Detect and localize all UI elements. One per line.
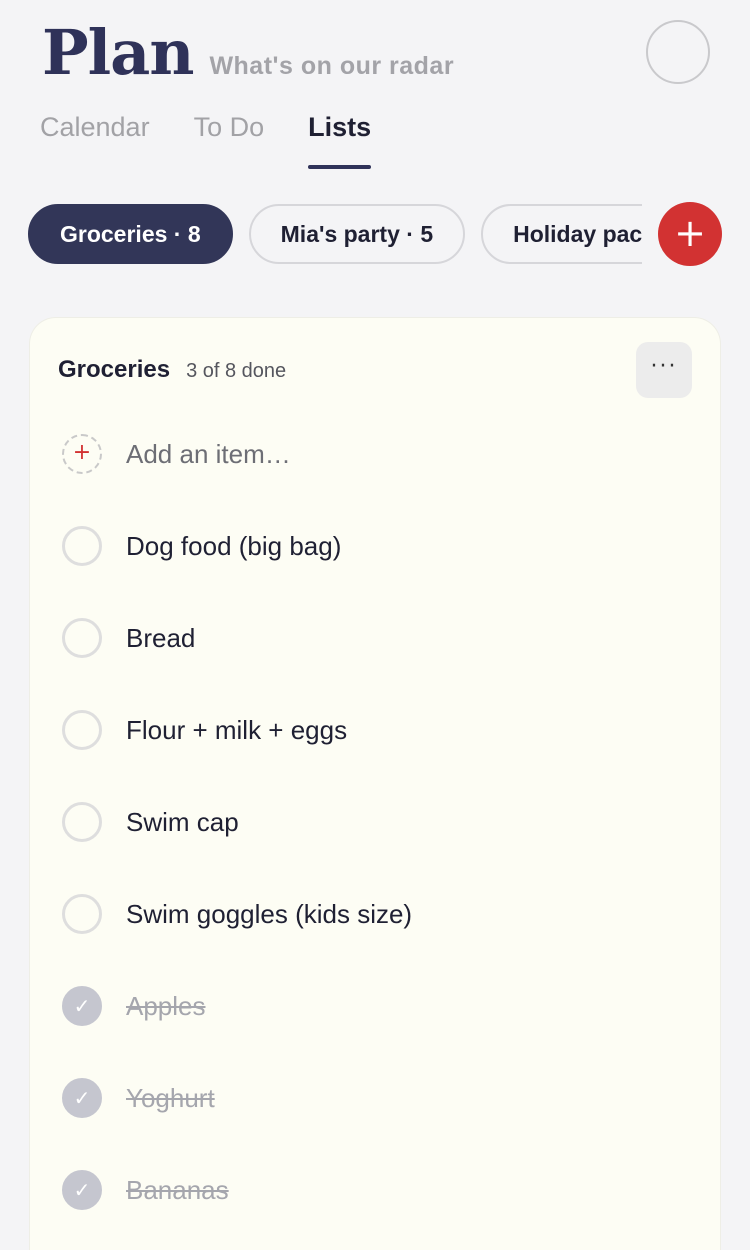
checked-checkbox-icon[interactable]: ✓ <box>62 1170 102 1210</box>
list-card: Groceries 3 of 8 done ··· + Add an item…… <box>30 318 720 1250</box>
list-item-done: ✓ Bananas <box>62 1170 229 1210</box>
item-label: Swim cap <box>126 806 239 837</box>
avatar[interactable] <box>646 20 710 84</box>
list-item: Dog food (big bag) <box>62 526 341 566</box>
checked-checkbox-icon[interactable]: ✓ <box>62 1078 102 1118</box>
more-options-button[interactable]: ··· <box>636 342 692 398</box>
checked-checkbox-icon[interactable]: ✓ <box>62 986 102 1026</box>
tab-calendar[interactable]: Calendar <box>40 112 150 169</box>
list-item: Flour + milk + eggs <box>62 710 347 750</box>
list-chip-groceries[interactable]: Groceries · 8 <box>28 204 233 264</box>
item-label: Flour + milk + eggs <box>126 714 348 745</box>
item-checkbox[interactable] <box>62 618 102 658</box>
item-label: Dog food (big bag) <box>126 530 342 561</box>
list-item-done: ✓ Yoghurt <box>62 1078 215 1118</box>
list-item-done: ✓ Apples <box>62 986 206 1026</box>
more-icon: ··· <box>650 354 678 379</box>
item-checkbox[interactable] <box>62 894 102 934</box>
item-checkbox[interactable] <box>62 710 102 750</box>
add-item-icon: + <box>62 434 102 474</box>
item-label: Bananas <box>126 1174 229 1205</box>
page-subtitle: What's on our radar <box>209 52 455 80</box>
list-item: Bread <box>62 618 195 658</box>
item-label: Bread <box>126 622 196 653</box>
list-card-header: Groceries 3 of 8 done <box>58 356 286 384</box>
add-item-row[interactable]: + Add an item… <box>62 434 291 474</box>
list-item: Swim goggles (kids size) <box>62 894 412 934</box>
list-title: Groceries <box>58 356 171 383</box>
add-item-input[interactable]: Add an item… <box>126 439 291 470</box>
list-progress: 3 of 8 done <box>186 360 287 382</box>
item-checkbox[interactable] <box>62 802 102 842</box>
page-title: Plan <box>42 16 194 89</box>
list-chip-mias-party[interactable]: Mia's party · 5 <box>248 204 466 264</box>
tab-todo[interactable]: To Do <box>194 112 265 169</box>
add-list-button[interactable]: + <box>658 202 722 266</box>
page-header: Plan What's on our radar <box>42 16 454 89</box>
item-label: Yoghurt <box>126 1082 215 1113</box>
list-item: Swim cap <box>62 802 239 842</box>
plus-icon: + <box>674 211 706 255</box>
item-label: Apples <box>126 990 206 1021</box>
tab-lists[interactable]: Lists <box>308 112 372 169</box>
list-chip-holiday-packing[interactable]: Holiday packing <box>481 204 642 264</box>
item-checkbox[interactable] <box>62 526 102 566</box>
item-label: Swim goggles (kids size) <box>126 898 413 929</box>
list-chips: Groceries · 8 Mia's party · 5 Holiday pa… <box>28 204 642 266</box>
tab-bar: Calendar To Do Lists <box>40 112 415 169</box>
